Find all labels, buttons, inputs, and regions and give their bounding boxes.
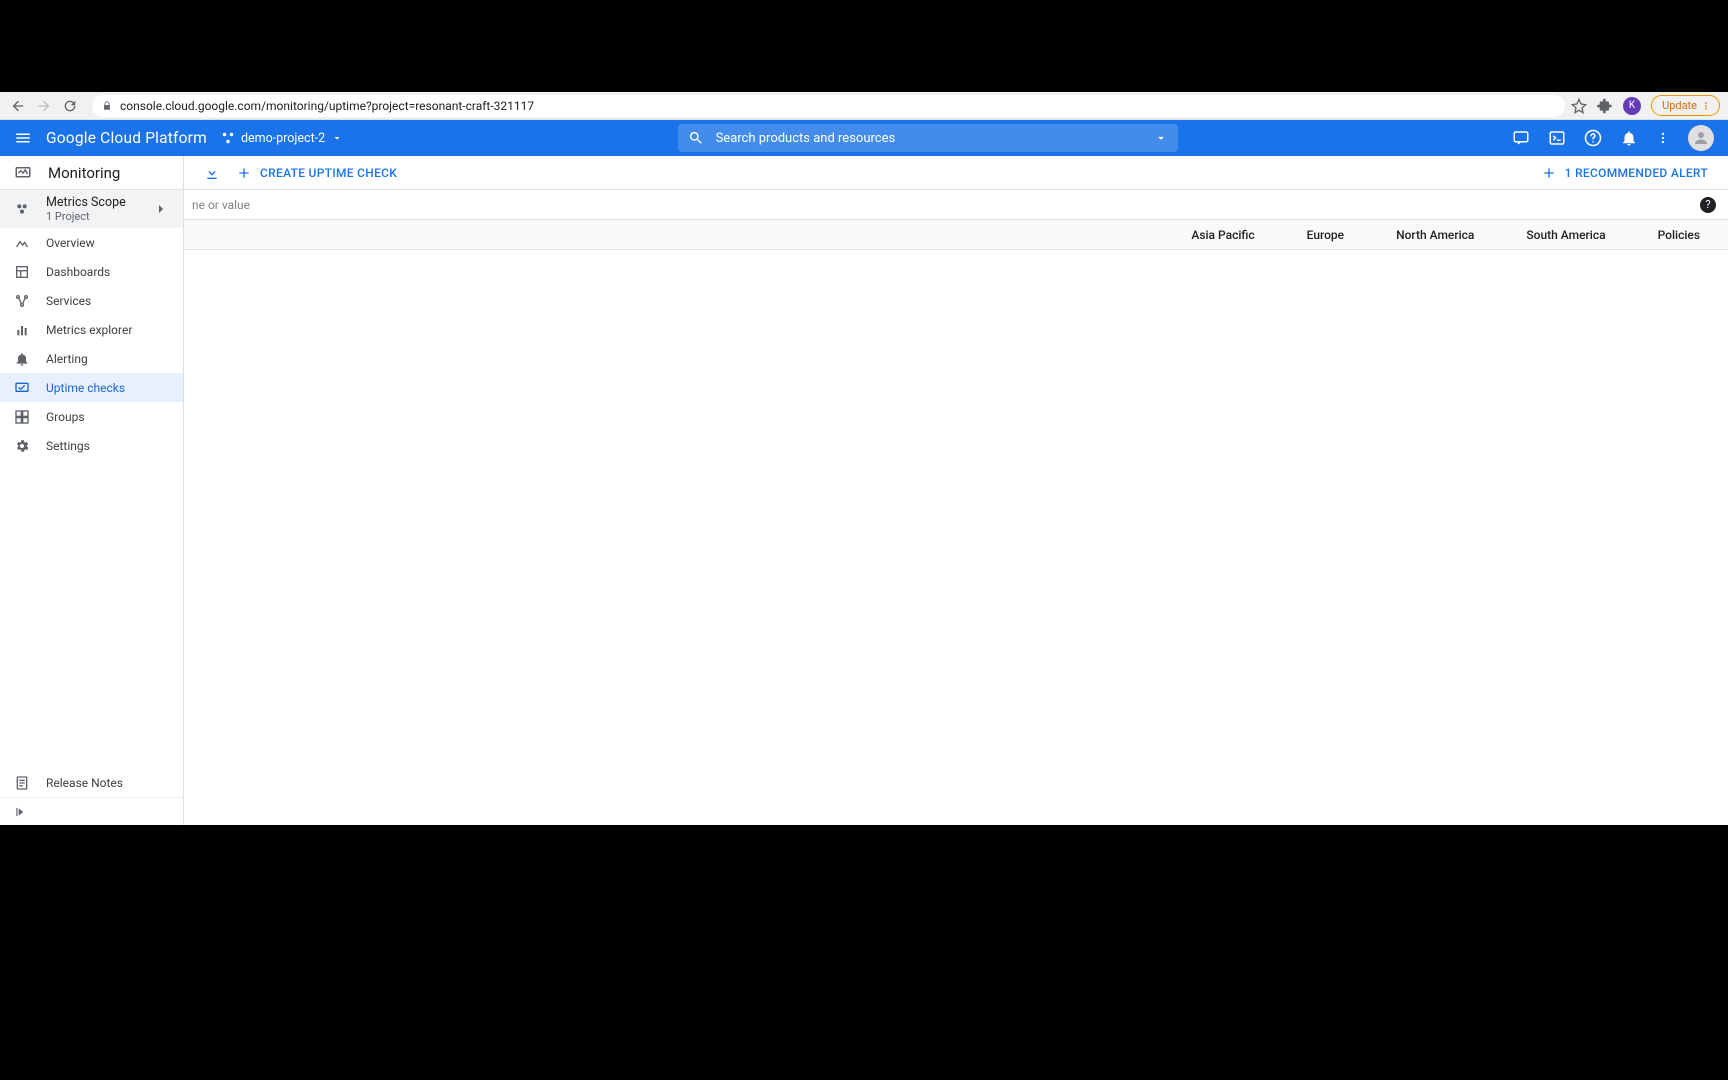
sidebar-collapse-button[interactable] <box>0 797 183 825</box>
url-bar[interactable]: console.cloud.google.com/monitoring/upti… <box>92 95 1565 117</box>
url-text: console.cloud.google.com/monitoring/upti… <box>120 99 534 113</box>
sidebar-item-overview[interactable]: Overview <box>0 228 183 257</box>
account-avatar[interactable] <box>1688 125 1714 151</box>
notifications-icon[interactable] <box>1620 129 1638 147</box>
chevron-down-icon[interactable] <box>1154 131 1168 145</box>
browser-reload-button[interactable] <box>60 96 80 116</box>
menu-icon[interactable] <box>14 129 32 147</box>
sidebar-item-uptime-checks[interactable]: Uptime checks <box>0 373 183 402</box>
gcp-logo[interactable]: Google Cloud Platform <box>46 129 207 147</box>
filter-hint-tail: ne or value <box>192 198 250 212</box>
download-button[interactable] <box>196 165 228 181</box>
scope-icon <box>14 201 30 217</box>
sidebar-item-alerting[interactable]: Alerting <box>0 344 183 373</box>
column-headers: Asia Pacific Europe North America South … <box>184 220 1728 250</box>
col-asia-pacific[interactable]: Asia Pacific <box>1191 228 1254 242</box>
collapse-icon <box>14 805 28 819</box>
sidebar: Monitoring Metrics Scope 1 Project Overv… <box>0 156 184 825</box>
action-bar: CREATE UPTIME CHECK 1 RECOMMENDED ALERT <box>184 156 1728 190</box>
sidebar-item-settings[interactable]: Settings <box>0 431 183 460</box>
recommended-alert-button[interactable]: 1 RECOMMENDED ALERT <box>1533 165 1716 181</box>
alerting-icon <box>14 351 30 367</box>
monitoring-icon <box>14 164 32 182</box>
star-icon[interactable] <box>1571 98 1587 114</box>
search-icon <box>688 130 704 146</box>
sidebar-title-row[interactable]: Monitoring <box>0 156 183 190</box>
browser-update-button[interactable]: Update <box>1651 95 1720 116</box>
col-policies[interactable]: Policies <box>1658 228 1700 242</box>
project-name: demo-project-2 <box>241 131 325 146</box>
uptime-icon <box>14 380 30 396</box>
browser-toolbar: console.cloud.google.com/monitoring/upti… <box>0 92 1728 120</box>
sidebar-metrics-scope[interactable]: Metrics Scope 1 Project <box>0 190 183 228</box>
gcp-header: Google Cloud Platform demo-project-2 Sea… <box>0 120 1728 156</box>
more-vert-icon <box>1701 101 1711 111</box>
plus-icon <box>236 165 252 181</box>
sidebar-item-metrics-explorer[interactable]: Metrics explorer <box>0 315 183 344</box>
lock-icon <box>102 101 112 111</box>
download-icon <box>204 165 220 181</box>
browser-back-button[interactable] <box>8 96 28 116</box>
sidebar-item-groups[interactable]: Groups <box>0 402 183 431</box>
cloud-shell-icon[interactable] <box>1548 129 1566 147</box>
search-input[interactable]: Search products and resources <box>678 124 1178 152</box>
dashboards-icon <box>14 264 30 280</box>
create-uptime-check-button[interactable]: CREATE UPTIME CHECK <box>228 165 405 181</box>
col-north-america[interactable]: North America <box>1396 228 1474 242</box>
chevron-right-icon <box>153 201 169 217</box>
browser-forward-button[interactable] <box>34 96 54 116</box>
chat-icon[interactable] <box>1512 129 1530 147</box>
plus-icon <box>1541 165 1557 181</box>
sidebar-item-services[interactable]: Services <box>0 286 183 315</box>
more-vert-icon[interactable] <box>1656 129 1670 147</box>
sidebar-item-dashboards[interactable]: Dashboards <box>0 257 183 286</box>
settings-icon <box>14 438 30 454</box>
col-europe[interactable]: Europe <box>1307 228 1344 242</box>
col-south-america[interactable]: South America <box>1526 228 1605 242</box>
search-placeholder: Search products and resources <box>716 131 1154 146</box>
filter-input[interactable]: ne or value ? <box>184 190 1728 220</box>
release-notes-icon <box>14 775 30 791</box>
services-icon <box>14 293 30 309</box>
browser-profile-avatar[interactable]: K <box>1623 97 1641 115</box>
help-icon[interactable]: ? <box>1700 197 1716 213</box>
sidebar-title: Monitoring <box>48 164 120 182</box>
metrics-explorer-icon <box>14 322 30 338</box>
groups-icon <box>14 409 30 425</box>
person-icon <box>1692 129 1710 147</box>
project-picker[interactable]: demo-project-2 <box>221 131 343 146</box>
sidebar-item-release-notes[interactable]: Release Notes <box>0 768 183 797</box>
extensions-icon[interactable] <box>1597 98 1613 114</box>
help-icon[interactable] <box>1584 129 1602 147</box>
project-icon <box>221 131 235 145</box>
caret-down-icon <box>331 132 343 144</box>
content-area: CREATE UPTIME CHECK 1 RECOMMENDED ALERT … <box>184 156 1728 825</box>
overview-icon <box>14 235 30 251</box>
